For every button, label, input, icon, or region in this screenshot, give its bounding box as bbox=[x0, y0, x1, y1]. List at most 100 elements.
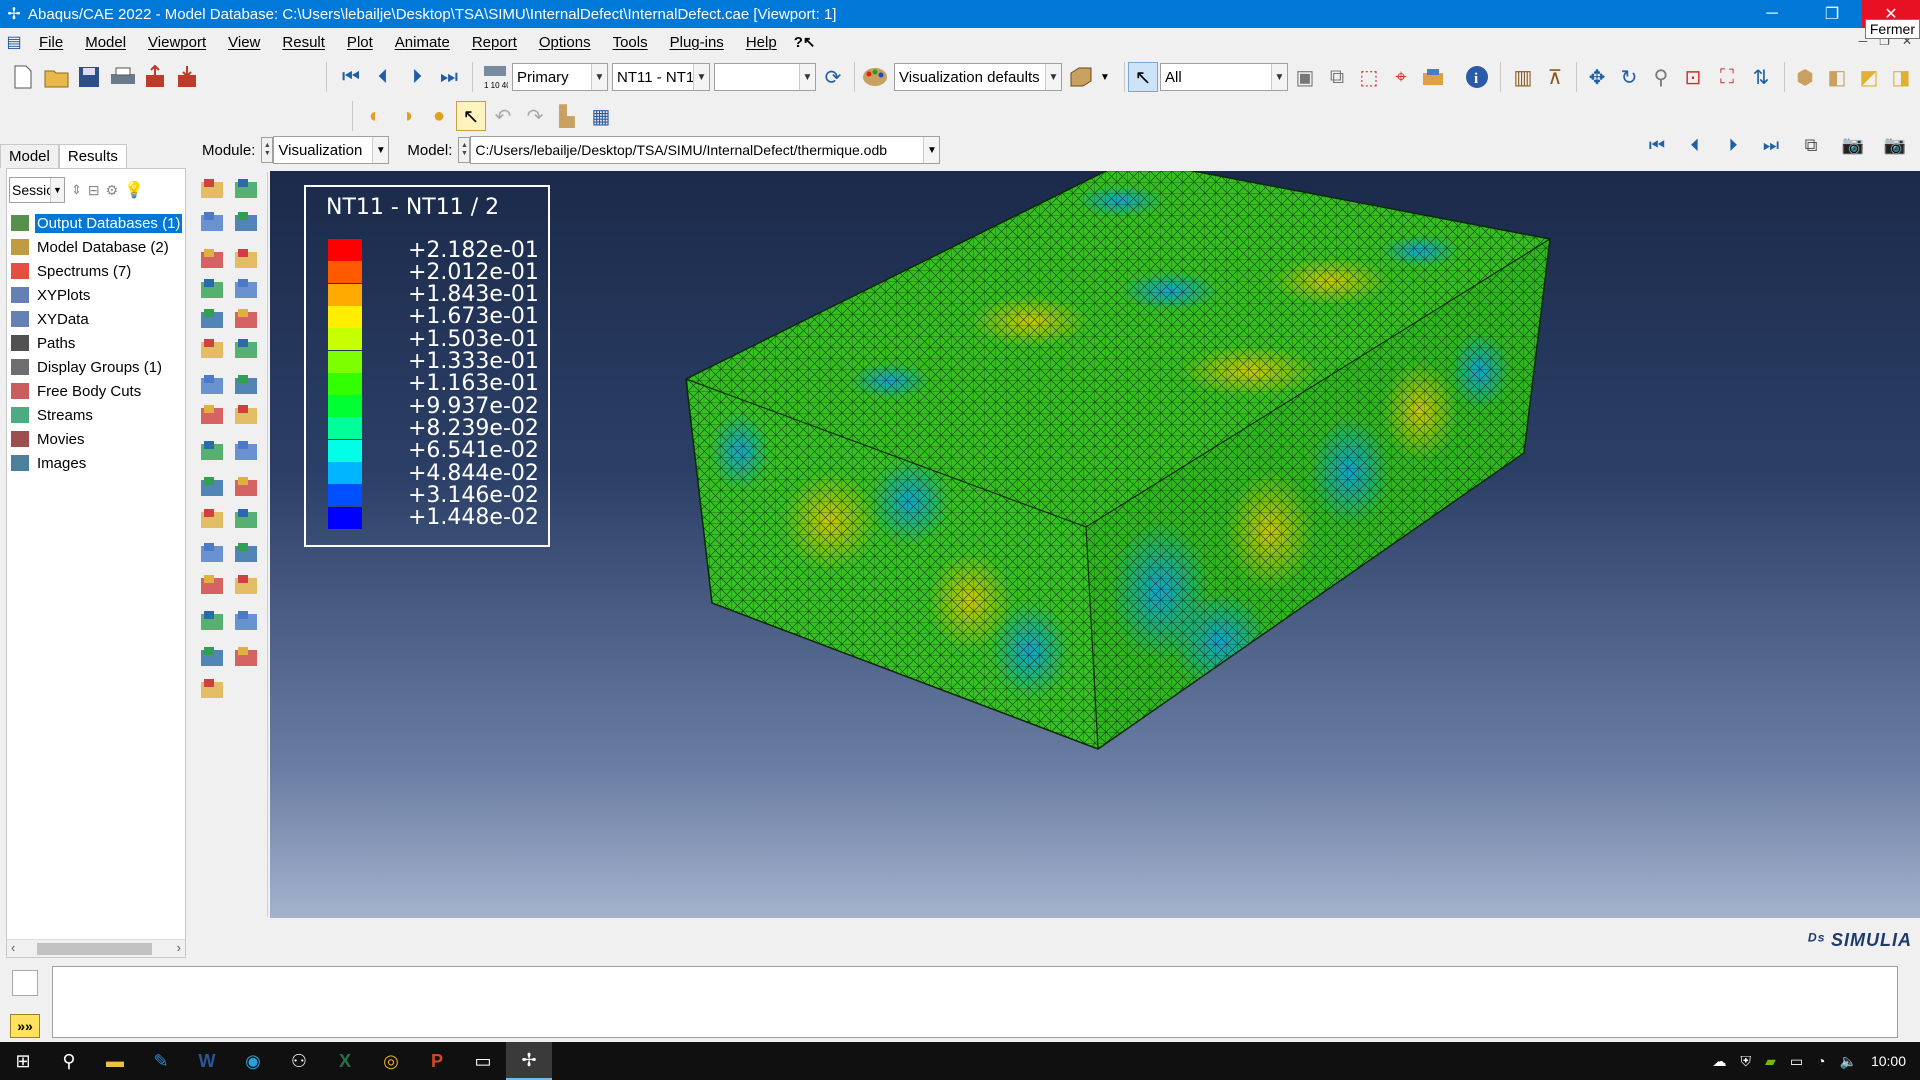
battery-icon[interactable]: ▭ bbox=[1790, 1053, 1803, 1070]
next-frame-icon[interactable]: ⏵ bbox=[402, 62, 432, 92]
menu-report[interactable]: Report bbox=[461, 34, 528, 51]
export-icon[interactable] bbox=[140, 62, 170, 92]
xy-data-manager-icon[interactable] bbox=[232, 402, 262, 432]
ruler-icon[interactable]: ▥ bbox=[1508, 62, 1538, 92]
plot-material-orientations-icon[interactable] bbox=[198, 246, 228, 276]
model-spin-arrows[interactable]: ▲ ▼ bbox=[458, 137, 471, 163]
command-line-icon[interactable]: »» bbox=[10, 1014, 40, 1038]
ply-stack-icon[interactable] bbox=[232, 372, 262, 402]
camera-settings-icon[interactable]: 📷 bbox=[1878, 135, 1912, 156]
variable-select[interactable]: NT11 - NT11 ▼ bbox=[612, 63, 710, 91]
plot-undeformed-icon[interactable] bbox=[198, 176, 228, 206]
view-options-select[interactable]: Visualization defaults ▼ bbox=[894, 63, 1062, 91]
windows-start-icon[interactable]: ⊞ bbox=[0, 1042, 46, 1080]
viewport[interactable]: NT11 - NT11 / 2 +2.182e-01 +2.012e-01 +1.8… bbox=[270, 171, 1920, 918]
import-icon[interactable] bbox=[172, 62, 202, 92]
clock[interactable]: 10:00 bbox=[1871, 1053, 1906, 1069]
animate-icon[interactable] bbox=[198, 276, 228, 306]
menu-plugins[interactable]: Plug-ins bbox=[659, 34, 735, 51]
top-view-icon[interactable]: ◩ bbox=[1854, 62, 1884, 92]
previous-frame-icon[interactable]: ⏴ bbox=[1680, 135, 1710, 156]
car-app-icon[interactable]: ⚇ bbox=[276, 1042, 322, 1080]
tree-item[interactable]: XYData bbox=[7, 307, 185, 331]
information-icon[interactable]: i bbox=[1462, 62, 1492, 92]
create-path-icon[interactable] bbox=[198, 438, 228, 468]
shaded-icon[interactable]: ● bbox=[424, 101, 454, 131]
create-display-group-icon[interactable] bbox=[198, 474, 228, 504]
security-icon[interactable]: ⛨ bbox=[1741, 1053, 1752, 1070]
tree-item[interactable]: Output Databases (1) bbox=[7, 211, 185, 235]
iso-view-icon[interactable]: ⬢ bbox=[1790, 62, 1820, 92]
camera-icon[interactable]: 📷 bbox=[1836, 135, 1870, 156]
menu-options[interactable]: Options bbox=[528, 34, 602, 51]
side-view-icon[interactable]: ◨ bbox=[1886, 62, 1916, 92]
query-icon[interactable] bbox=[198, 506, 228, 536]
animate-time-history-icon[interactable] bbox=[232, 276, 262, 306]
previous-frame-icon[interactable]: ⏴ bbox=[368, 62, 398, 92]
menu-tools[interactable]: Tools bbox=[602, 34, 659, 51]
field-output-step-icon[interactable]: 1 10 40 bbox=[480, 62, 510, 92]
rotate-icon[interactable]: ↻ bbox=[1614, 62, 1644, 92]
nvidia-icon[interactable]: ▰ bbox=[1765, 1053, 1776, 1070]
menu-help[interactable]: Help bbox=[735, 34, 788, 51]
scroll-thumb[interactable] bbox=[37, 943, 152, 955]
free-body-manager-icon[interactable] bbox=[232, 572, 262, 602]
symbol-options-icon[interactable] bbox=[232, 336, 262, 366]
scroll-right-icon[interactable]: › bbox=[177, 940, 181, 955]
front-view-icon[interactable]: ◧ bbox=[1822, 62, 1852, 92]
tree-item[interactable]: Movies bbox=[7, 427, 185, 451]
model-select[interactable]: C:/Users/lebailje/Desktop/TSA/SIMU/Inter… bbox=[470, 136, 941, 164]
tree-item[interactable]: Images bbox=[7, 451, 185, 475]
tree-item[interactable]: Model Database (2) bbox=[7, 235, 185, 259]
common-options-icon[interactable] bbox=[198, 306, 228, 336]
tree-item[interactable]: XYPlots bbox=[7, 283, 185, 307]
view-cut-manager-icon[interactable] bbox=[232, 540, 262, 570]
box-select-icon[interactable]: ⬚ bbox=[1354, 62, 1384, 92]
measure-icon[interactable]: ⊼ bbox=[1540, 62, 1570, 92]
box-zoom-icon[interactable]: ⊡ bbox=[1678, 62, 1708, 92]
menu-result[interactable]: Result bbox=[271, 34, 336, 51]
superimpose-options-icon[interactable] bbox=[232, 306, 262, 336]
palette-icon[interactable] bbox=[860, 62, 890, 92]
minimize-button[interactable]: ─ bbox=[1742, 0, 1802, 28]
render-style-dropdown-icon[interactable]: ▼ bbox=[1090, 62, 1120, 92]
message-area[interactable] bbox=[52, 966, 1898, 1038]
display-group-icon[interactable]: ⧉ bbox=[1322, 62, 1352, 92]
layout-icon[interactable]: ▙ bbox=[552, 101, 582, 131]
first-frame-icon[interactable]: ⏮ bbox=[336, 62, 366, 92]
terminal-icon[interactable]: ▭ bbox=[460, 1042, 506, 1080]
tree-item[interactable]: Paths bbox=[7, 331, 185, 355]
word-icon[interactable]: W bbox=[184, 1042, 230, 1080]
pan-icon[interactable]: ✥ bbox=[1582, 62, 1612, 92]
create-xy-data-icon[interactable] bbox=[198, 402, 228, 432]
cycle-views-icon[interactable]: ⇅ bbox=[1746, 62, 1776, 92]
plot-symbols-icon[interactable] bbox=[232, 209, 262, 239]
print-icon[interactable] bbox=[108, 62, 138, 92]
restore-button[interactable]: ❐ bbox=[1802, 0, 1862, 28]
lightbulb-icon[interactable]: 💡 bbox=[124, 180, 144, 200]
material-orientation-options-icon[interactable] bbox=[198, 372, 228, 402]
zoom-icon[interactable]: ⚲ bbox=[1646, 62, 1676, 92]
excel-icon[interactable]: X bbox=[322, 1042, 368, 1080]
selection-options-icon[interactable]: ▣ bbox=[1290, 62, 1320, 92]
plot-contours-icon[interactable] bbox=[198, 209, 228, 239]
scroll-left-icon[interactable]: ‹ bbox=[11, 940, 15, 955]
undo-icon[interactable]: ↶ bbox=[488, 101, 518, 131]
redo-icon[interactable]: ↷ bbox=[520, 101, 550, 131]
contour-options-icon[interactable] bbox=[198, 336, 228, 366]
movie-manager-icon[interactable] bbox=[232, 644, 262, 674]
tab-model[interactable]: Model bbox=[0, 144, 59, 168]
free-body-icon[interactable] bbox=[198, 572, 228, 602]
menu-model[interactable]: Model bbox=[74, 34, 137, 51]
contour-legend[interactable]: NT11 - NT11 / 2 +2.182e-01 +2.012e-01 +1.8… bbox=[304, 185, 550, 547]
auto-fit-icon[interactable]: ⛶ bbox=[1712, 62, 1742, 92]
whats-this-help-icon[interactable]: ?↖ bbox=[788, 33, 822, 51]
query-info-icon[interactable] bbox=[1418, 62, 1448, 92]
plot-deformed-icon[interactable] bbox=[232, 176, 262, 206]
abaqus-taskbar-icon[interactable]: ✢ bbox=[506, 1042, 552, 1080]
wifi-icon[interactable]: ◔ bbox=[1817, 1053, 1825, 1069]
display-group-manager-icon[interactable] bbox=[232, 474, 262, 504]
paint-icon[interactable]: ✎ bbox=[138, 1042, 184, 1080]
step-type-select[interactable]: Primary ▼ bbox=[512, 63, 608, 91]
select-pointer-icon[interactable]: ↖ bbox=[1128, 62, 1158, 92]
